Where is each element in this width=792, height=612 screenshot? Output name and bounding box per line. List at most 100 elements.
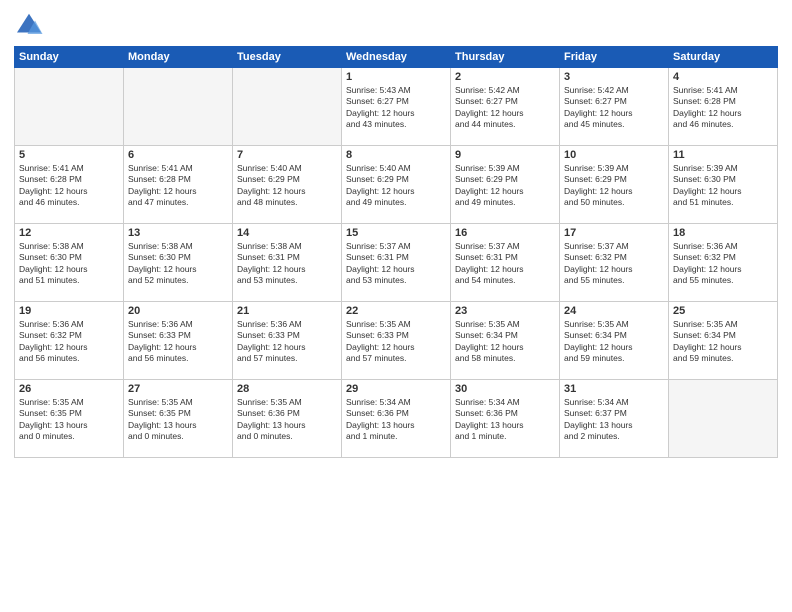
day-info: Sunrise: 5:35 AM Sunset: 6:33 PM Dayligh…: [346, 319, 446, 365]
calendar-cell: 31 Sunrise: 5:34 AM Sunset: 6:37 PM Dayli…: [560, 380, 669, 458]
calendar-cell: 3 Sunrise: 5:42 AM Sunset: 6:27 PM Daylig…: [560, 68, 669, 146]
calendar-cell: 12 Sunrise: 5:38 AM Sunset: 6:30 PM Dayli…: [15, 224, 124, 302]
day-info: Sunrise: 5:37 AM Sunset: 6:31 PM Dayligh…: [455, 241, 555, 287]
calendar-cell: 14 Sunrise: 5:38 AM Sunset: 6:31 PM Dayli…: [233, 224, 342, 302]
calendar-cell: 16 Sunrise: 5:37 AM Sunset: 6:31 PM Dayli…: [451, 224, 560, 302]
day-info: Sunrise: 5:35 AM Sunset: 6:35 PM Dayligh…: [19, 397, 119, 443]
day-number: 15: [346, 227, 446, 239]
day-number: 23: [455, 305, 555, 317]
day-number: 24: [564, 305, 664, 317]
day-number: 28: [237, 383, 337, 395]
calendar-cell: 26 Sunrise: 5:35 AM Sunset: 6:35 PM Dayli…: [15, 380, 124, 458]
day-number: 5: [19, 149, 119, 161]
day-number: 3: [564, 71, 664, 83]
day-number: 8: [346, 149, 446, 161]
day-info: Sunrise: 5:38 AM Sunset: 6:30 PM Dayligh…: [128, 241, 228, 287]
calendar-cell: 2 Sunrise: 5:42 AM Sunset: 6:27 PM Daylig…: [451, 68, 560, 146]
calendar-cell: 23 Sunrise: 5:35 AM Sunset: 6:34 PM Dayli…: [451, 302, 560, 380]
calendar-weekday-tuesday: Tuesday: [233, 47, 342, 68]
day-info: Sunrise: 5:34 AM Sunset: 6:37 PM Dayligh…: [564, 397, 664, 443]
day-number: 26: [19, 383, 119, 395]
day-info: Sunrise: 5:35 AM Sunset: 6:35 PM Dayligh…: [128, 397, 228, 443]
logo: [14, 10, 48, 40]
calendar-header-row: SundayMondayTuesdayWednesdayThursdayFrid…: [15, 47, 778, 68]
calendar-cell: 29 Sunrise: 5:34 AM Sunset: 6:36 PM Dayli…: [342, 380, 451, 458]
calendar-cell: 11Sunrise: 5:39 AM Sunset: 6:30 PM Dayli…: [669, 146, 778, 224]
day-info: Sunrise: 5:35 AM Sunset: 6:34 PM Dayligh…: [455, 319, 555, 365]
calendar-weekday-saturday: Saturday: [669, 47, 778, 68]
day-number: 19: [19, 305, 119, 317]
calendar-cell: 25 Sunrise: 5:35 AM Sunset: 6:34 PM Dayli…: [669, 302, 778, 380]
day-number: 16: [455, 227, 555, 239]
day-number: 1: [346, 71, 446, 83]
calendar-cell: 19Sunrise: 5:36 AM Sunset: 6:32 PM Dayli…: [15, 302, 124, 380]
calendar-cell: 13 Sunrise: 5:38 AM Sunset: 6:30 PM Dayli…: [124, 224, 233, 302]
calendar-cell: 4Sunrise: 5:41 AM Sunset: 6:28 PM Daylig…: [669, 68, 778, 146]
day-info: Sunrise: 5:36 AM Sunset: 6:33 PM Dayligh…: [237, 319, 337, 365]
day-number: 17: [564, 227, 664, 239]
calendar-week-row: 1 Sunrise: 5:43 AM Sunset: 6:27 PM Daylig…: [15, 68, 778, 146]
calendar-weekday-thursday: Thursday: [451, 47, 560, 68]
calendar-cell: 22 Sunrise: 5:35 AM Sunset: 6:33 PM Dayli…: [342, 302, 451, 380]
logo-icon: [14, 10, 44, 40]
day-number: 7: [237, 149, 337, 161]
day-info: Sunrise: 5:36 AM Sunset: 6:33 PM Dayligh…: [128, 319, 228, 365]
day-info: Sunrise: 5:35 AM Sunset: 6:34 PM Dayligh…: [673, 319, 773, 365]
day-info: Sunrise: 5:43 AM Sunset: 6:27 PM Dayligh…: [346, 85, 446, 131]
day-info: Sunrise: 5:35 AM Sunset: 6:34 PM Dayligh…: [564, 319, 664, 365]
calendar-cell: 24 Sunrise: 5:35 AM Sunset: 6:34 PM Dayli…: [560, 302, 669, 380]
header: [14, 10, 778, 40]
calendar-cell: 28 Sunrise: 5:35 AM Sunset: 6:36 PM Dayli…: [233, 380, 342, 458]
day-info: Sunrise: 5:36 AM Sunset: 6:32 PM Dayligh…: [673, 241, 773, 287]
calendar-cell: [233, 68, 342, 146]
day-info: Sunrise: 5:41 AM Sunset: 6:28 PM Dayligh…: [19, 163, 119, 209]
day-info: Sunrise: 5:39 AM Sunset: 6:29 PM Dayligh…: [564, 163, 664, 209]
calendar-table: SundayMondayTuesdayWednesdayThursdayFrid…: [14, 46, 778, 458]
day-info: Sunrise: 5:35 AM Sunset: 6:36 PM Dayligh…: [237, 397, 337, 443]
calendar-cell: 7 Sunrise: 5:40 AM Sunset: 6:29 PM Daylig…: [233, 146, 342, 224]
calendar-cell: 20 Sunrise: 5:36 AM Sunset: 6:33 PM Dayli…: [124, 302, 233, 380]
calendar-cell: 6 Sunrise: 5:41 AM Sunset: 6:28 PM Daylig…: [124, 146, 233, 224]
day-info: Sunrise: 5:37 AM Sunset: 6:31 PM Dayligh…: [346, 241, 446, 287]
day-info: Sunrise: 5:38 AM Sunset: 6:31 PM Dayligh…: [237, 241, 337, 287]
day-number: 13: [128, 227, 228, 239]
calendar-week-row: 5 Sunrise: 5:41 AM Sunset: 6:28 PM Daylig…: [15, 146, 778, 224]
day-info: Sunrise: 5:40 AM Sunset: 6:29 PM Dayligh…: [237, 163, 337, 209]
calendar-cell: 15 Sunrise: 5:37 AM Sunset: 6:31 PM Dayli…: [342, 224, 451, 302]
calendar-cell: 8Sunrise: 5:40 AM Sunset: 6:29 PM Daylig…: [342, 146, 451, 224]
calendar-weekday-wednesday: Wednesday: [342, 47, 451, 68]
day-number: 31: [564, 383, 664, 395]
calendar-cell: 1 Sunrise: 5:43 AM Sunset: 6:27 PM Daylig…: [342, 68, 451, 146]
calendar-cell: [124, 68, 233, 146]
day-info: Sunrise: 5:34 AM Sunset: 6:36 PM Dayligh…: [346, 397, 446, 443]
day-number: 29: [346, 383, 446, 395]
day-info: Sunrise: 5:42 AM Sunset: 6:27 PM Dayligh…: [455, 85, 555, 131]
day-number: 18: [673, 227, 773, 239]
calendar-weekday-sunday: Sunday: [15, 47, 124, 68]
calendar-cell: 17 Sunrise: 5:37 AM Sunset: 6:32 PM Dayli…: [560, 224, 669, 302]
day-number: 10: [564, 149, 664, 161]
day-number: 2: [455, 71, 555, 83]
calendar-cell: 21 Sunrise: 5:36 AM Sunset: 6:33 PM Dayli…: [233, 302, 342, 380]
day-info: Sunrise: 5:41 AM Sunset: 6:28 PM Dayligh…: [673, 85, 773, 131]
day-info: Sunrise: 5:39 AM Sunset: 6:30 PM Dayligh…: [673, 163, 773, 209]
day-info: Sunrise: 5:38 AM Sunset: 6:30 PM Dayligh…: [19, 241, 119, 287]
day-number: 6: [128, 149, 228, 161]
calendar-week-row: 12 Sunrise: 5:38 AM Sunset: 6:30 PM Dayli…: [15, 224, 778, 302]
day-number: 14: [237, 227, 337, 239]
day-info: Sunrise: 5:37 AM Sunset: 6:32 PM Dayligh…: [564, 241, 664, 287]
day-number: 12: [19, 227, 119, 239]
day-number: 9: [455, 149, 555, 161]
day-info: Sunrise: 5:42 AM Sunset: 6:27 PM Dayligh…: [564, 85, 664, 131]
calendar-weekday-monday: Monday: [124, 47, 233, 68]
page-container: SundayMondayTuesdayWednesdayThursdayFrid…: [0, 0, 792, 612]
day-number: 21: [237, 305, 337, 317]
calendar-cell: [669, 380, 778, 458]
day-number: 20: [128, 305, 228, 317]
day-number: 25: [673, 305, 773, 317]
calendar-week-row: 19Sunrise: 5:36 AM Sunset: 6:32 PM Dayli…: [15, 302, 778, 380]
day-info: Sunrise: 5:39 AM Sunset: 6:29 PM Dayligh…: [455, 163, 555, 209]
day-info: Sunrise: 5:41 AM Sunset: 6:28 PM Dayligh…: [128, 163, 228, 209]
day-number: 27: [128, 383, 228, 395]
day-number: 22: [346, 305, 446, 317]
